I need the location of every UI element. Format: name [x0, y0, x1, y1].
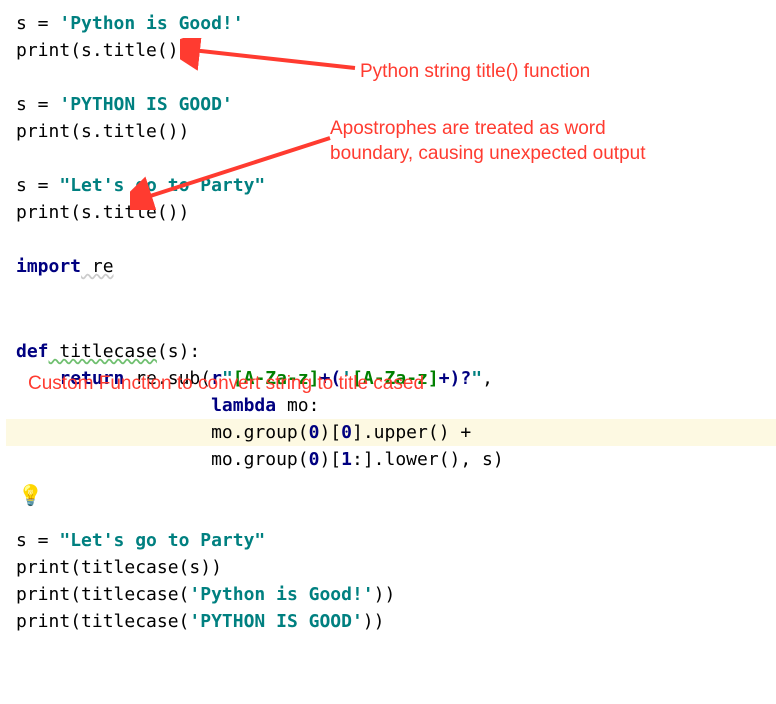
annotation-custom-function: Custom Function to convert string to tit…	[28, 370, 424, 399]
code-line: import re	[16, 253, 776, 280]
code-line: s = "Let's go to Party"	[16, 527, 776, 554]
code-line-highlighted: mo.group(0)[0].upper() +	[6, 419, 776, 446]
code-line: print(titlecase('PYTHON IS GOOD'))	[16, 608, 776, 635]
code-line: mo.group(0)[1:].lower(), s)	[16, 446, 776, 473]
lightbulb-icon[interactable]: 💡	[18, 480, 43, 510]
code-line: s = 'Python is Good!'	[16, 10, 776, 37]
code-line: s = 'PYTHON IS GOOD'	[16, 91, 776, 118]
code-line: s = "Let's go to Party"	[16, 172, 776, 199]
annotation-title-function: Python string title() function	[360, 58, 590, 87]
code-line: print(titlecase(s))	[16, 554, 776, 581]
annotation-apostrophes-line2: boundary, causing unexpected output	[330, 140, 646, 169]
code-line: print(titlecase('Python is Good!'))	[16, 581, 776, 608]
code-block: s = 'Python is Good!' print(s.title()) s…	[16, 10, 776, 635]
code-line: print(s.title())	[16, 199, 776, 226]
code-line: def titlecase(s):	[16, 338, 776, 365]
